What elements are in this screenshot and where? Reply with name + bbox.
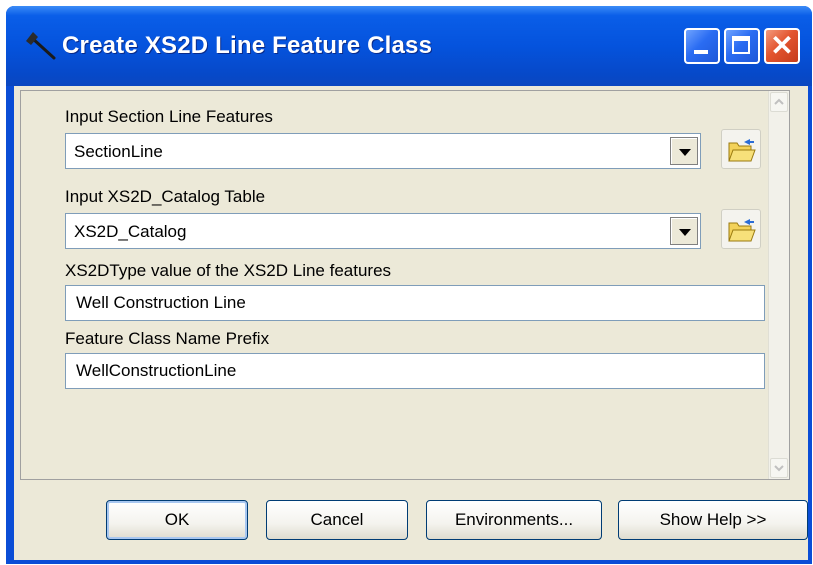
chevron-down-icon: [679, 229, 691, 236]
section-line-dropdown[interactable]: SectionLine: [65, 133, 701, 169]
section-line-label: Input Section Line Features: [65, 107, 273, 126]
show-help-button[interactable]: Show Help >>: [618, 500, 808, 540]
ok-button[interactable]: OK: [106, 500, 248, 540]
maximize-button[interactable]: [724, 28, 760, 64]
minimize-icon: [694, 50, 708, 54]
catalog-table-dropdown-button[interactable]: [670, 217, 698, 245]
close-button[interactable]: ✕: [764, 28, 800, 64]
maximize-icon: [732, 36, 750, 54]
section-line-value: SectionLine: [74, 142, 163, 161]
scroll-down-button[interactable]: [770, 458, 788, 478]
catalog-table-dropdown[interactable]: XS2D_Catalog: [65, 213, 701, 249]
window-title: Create XS2D Line Feature Class: [62, 32, 433, 59]
catalog-table-label: Input XS2D_Catalog Table: [65, 187, 266, 206]
prefix-input[interactable]: [66, 354, 764, 388]
chevron-up-icon: [774, 98, 784, 105]
xs2dtype-label: XS2DType value of the XS2D Line features: [65, 261, 392, 280]
close-icon: ✕: [770, 30, 794, 61]
scroll-up-button[interactable]: [770, 92, 788, 112]
vertical-scrollbar[interactable]: [768, 91, 789, 479]
browse-section-line-button[interactable]: [721, 129, 761, 169]
environments-button[interactable]: Environments...: [426, 500, 602, 540]
dialog-window: Create XS2D Line Feature Class ✕ Input S…: [6, 6, 812, 564]
minimize-button[interactable]: [684, 28, 720, 64]
browse-catalog-table-button[interactable]: [721, 209, 761, 249]
dialog-client-area: Input Section Line Features SectionLine …: [14, 86, 808, 560]
prefix-label: Feature Class Name Prefix: [65, 329, 270, 348]
xs2dtype-field[interactable]: [65, 285, 765, 321]
xs2dtype-input[interactable]: [66, 286, 764, 320]
title-bar[interactable]: Create XS2D Line Feature Class ✕: [6, 6, 812, 86]
open-folder-icon: [728, 139, 756, 162]
chevron-down-icon: [679, 149, 691, 156]
prefix-field[interactable]: [65, 353, 765, 389]
catalog-table-value: XS2D_Catalog: [74, 222, 187, 241]
chevron-down-icon: [774, 465, 784, 472]
parameters-panel: Input Section Line Features SectionLine …: [20, 90, 790, 480]
cancel-button[interactable]: Cancel: [266, 500, 408, 540]
open-folder-icon: [728, 219, 756, 242]
hammer-icon: [26, 32, 56, 60]
section-line-dropdown-button[interactable]: [670, 137, 698, 165]
